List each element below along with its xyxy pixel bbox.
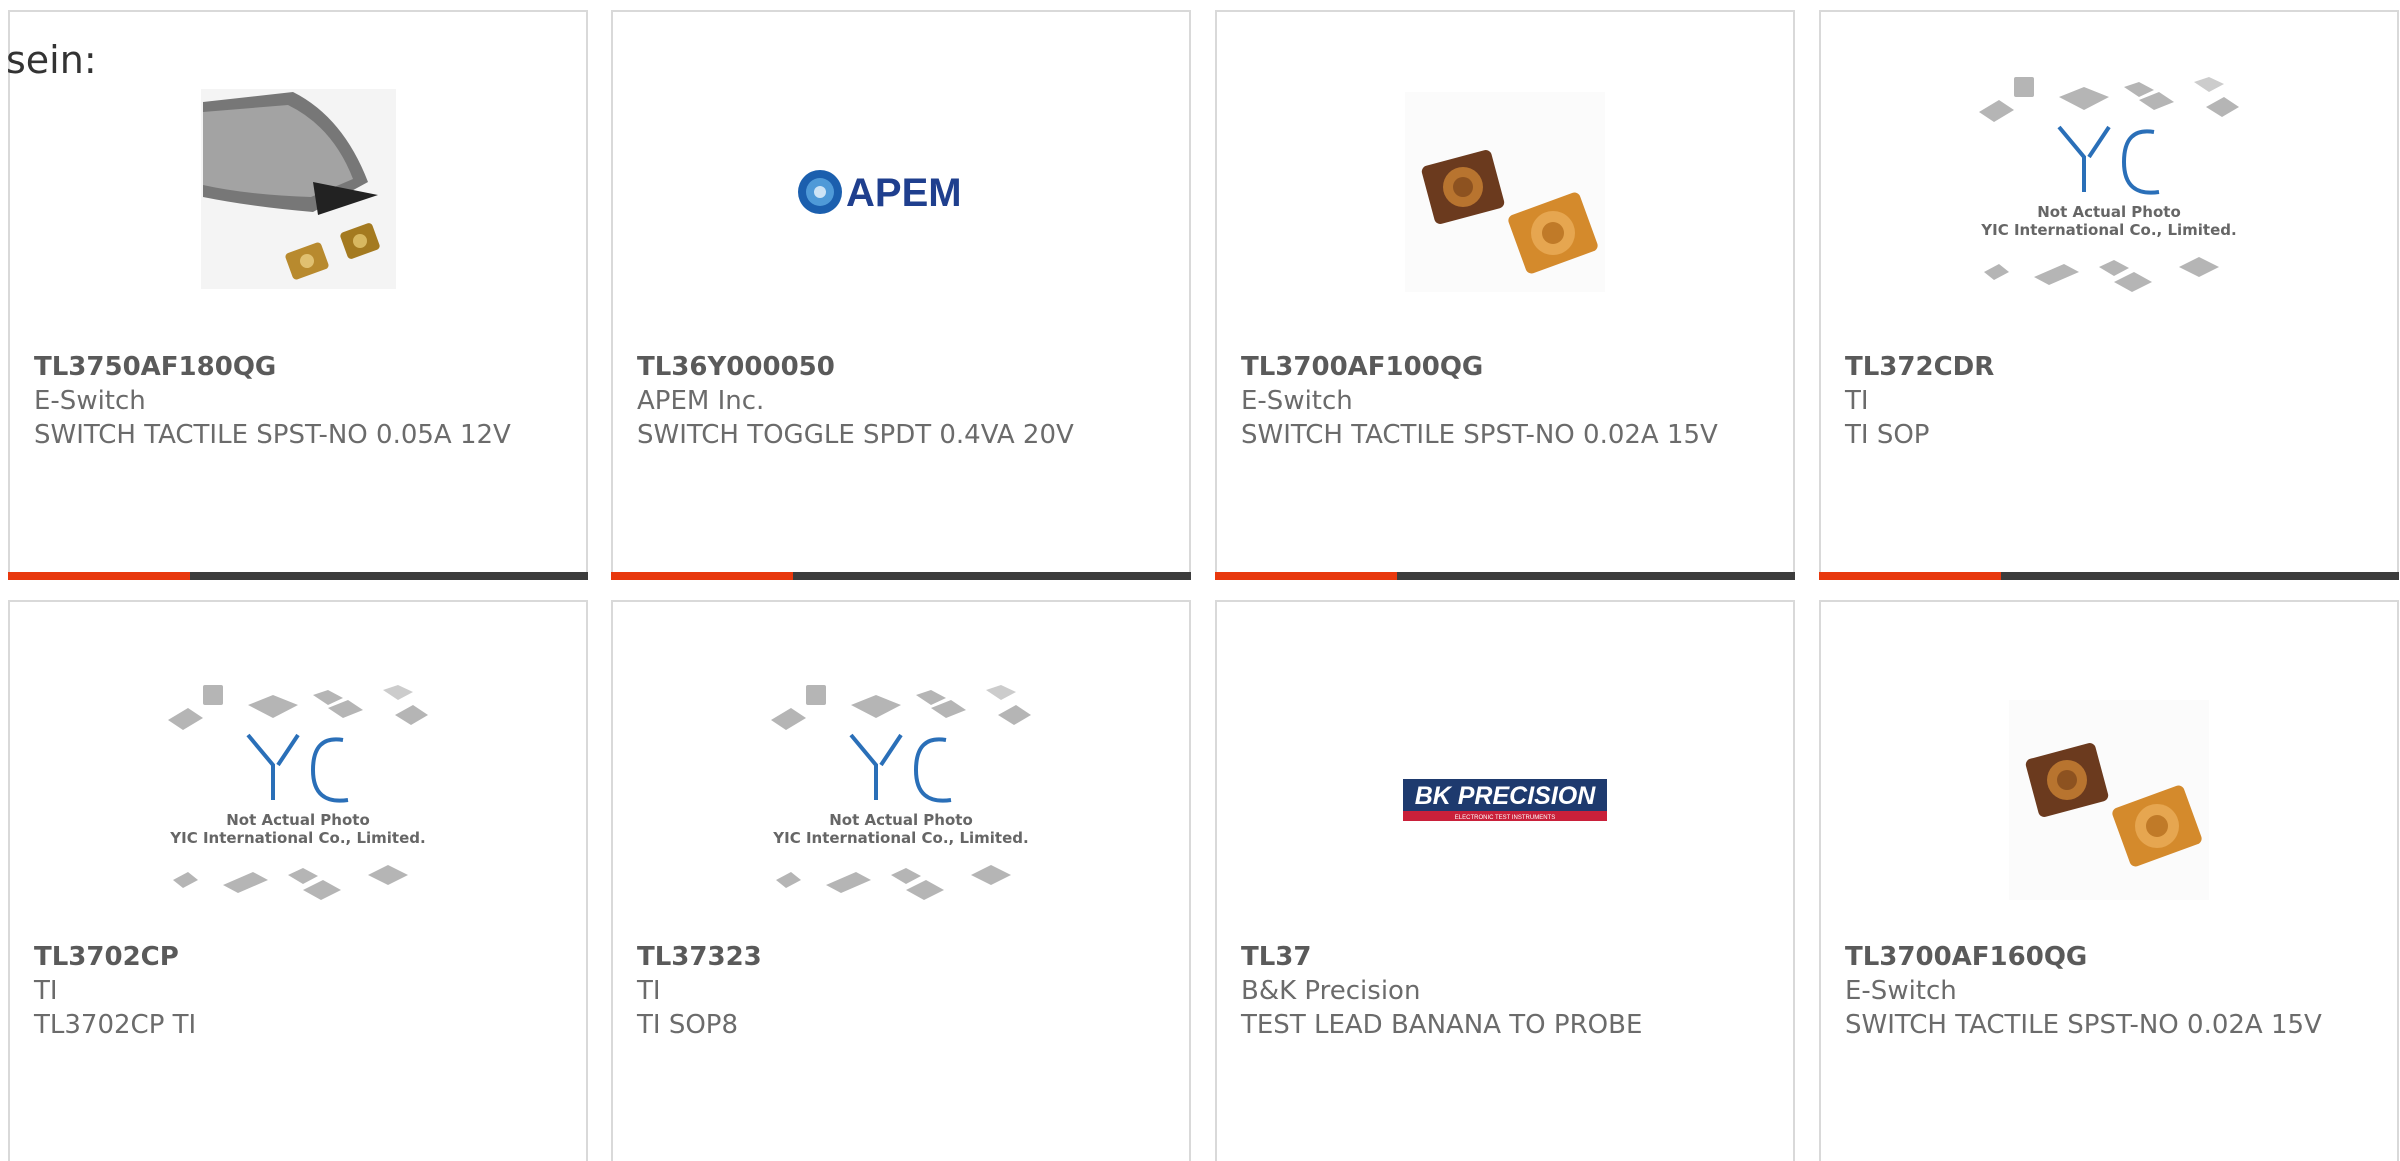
manufacturer: TI (637, 976, 661, 1006)
description: SWITCH TACTILE SPST-NO 0.05A 12V (34, 420, 511, 450)
svg-text:YIC International Co., Limited: YIC International Co., Limited. (772, 829, 1028, 847)
product-info: TL372CDR TI TI SOP (1845, 350, 2373, 452)
description: TL3702CP TI (34, 1010, 197, 1040)
product-card[interactable]: APEM TL36Y000050 APEM Inc. SWITCH TOGGLE… (611, 10, 1191, 580)
part-number[interactable]: TL3750AF180QG (34, 350, 562, 384)
product-image[interactable]: BK PRECISION ELECTRONIC TEST INSTRUMENTS (1217, 690, 1793, 910)
svg-text:BK PRECISION: BK PRECISION (1415, 782, 1597, 810)
manufacturer: E-Switch (34, 386, 146, 416)
product-grid: TL3750AF180QG E-Switch SWITCH TACTILE SP… (0, 0, 2400, 1161)
product-card[interactable]: TL3700AF160QG E-Switch SWITCH TACTILE SP… (1819, 600, 2399, 1161)
yic-placeholder-icon: Not Actual Photo YIC International Co., … (1979, 77, 2239, 292)
intro-text: sein: (6, 38, 97, 82)
product-info: TL37 B&K Precision TEST LEAD BANANA TO P… (1241, 940, 1769, 1042)
bk-precision-logo-icon: BK PRECISION ELECTRONIC TEST INSTRUMENTS (1403, 779, 1607, 821)
yic-placeholder-icon: Not Actual Photo YIC International Co., … (771, 685, 1031, 900)
product-image[interactable]: Not Actual Photo YIC International Co., … (613, 685, 1189, 910)
part-number[interactable]: TL372CDR (1845, 350, 2373, 384)
card-bottom-bar (611, 572, 1191, 580)
product-image[interactable]: APEM (613, 82, 1189, 302)
product-image[interactable]: Not Actual Photo YIC International Co., … (1821, 77, 2397, 302)
part-number[interactable]: TL36Y000050 (637, 350, 1165, 384)
manufacturer: TI (34, 976, 58, 1006)
part-number[interactable]: TL3702CP (34, 940, 562, 974)
product-image[interactable] (1217, 82, 1793, 302)
product-card[interactable]: TL3700AF100QG E-Switch SWITCH TACTILE SP… (1215, 10, 1795, 580)
tactile-switch-photo-icon (1405, 92, 1605, 292)
part-number[interactable]: TL37 (1241, 940, 1769, 974)
apem-logo-icon: APEM (798, 170, 962, 215)
yic-placeholder-icon: Not Actual Photo YIC International Co., … (168, 685, 428, 900)
product-image[interactable] (1821, 690, 2397, 910)
description: TI SOP8 (637, 1010, 739, 1040)
product-info: TL36Y000050 APEM Inc. SWITCH TOGGLE SPDT… (637, 350, 1165, 452)
manufacturer: E-Switch (1241, 386, 1353, 416)
svg-text:Not Actual Photo: Not Actual Photo (2037, 203, 2181, 221)
description: TI SOP (1845, 420, 1930, 450)
svg-text:ELECTRONIC TEST INSTRUMENTS: ELECTRONIC TEST INSTRUMENTS (1455, 815, 1555, 821)
manufacturer: TI (1845, 386, 1869, 416)
product-card[interactable]: Not Actual Photo YIC International Co., … (8, 600, 588, 1161)
card-bottom-bar (1215, 572, 1795, 580)
card-accent (8, 572, 190, 580)
part-number[interactable]: TL3700AF160QG (1845, 940, 2373, 974)
svg-text:YIC International Co., Limited: YIC International Co., Limited. (169, 829, 425, 847)
manufacturer: APEM Inc. (637, 386, 765, 416)
card-bottom-bar (1819, 572, 2399, 580)
manufacturer: B&K Precision (1241, 976, 1421, 1006)
card-bottom-bar (8, 572, 588, 580)
tactile-switch-photo-icon (201, 89, 396, 289)
tactile-switch-photo-icon (2009, 700, 2209, 900)
product-card[interactable]: Not Actual Photo YIC International Co., … (1819, 10, 2399, 580)
svg-text:Not Actual Photo: Not Actual Photo (226, 811, 370, 829)
svg-text:YIC International Co., Limited: YIC International Co., Limited. (1980, 221, 2236, 239)
part-number[interactable]: TL37323 (637, 940, 1165, 974)
svg-text:Not Actual Photo: Not Actual Photo (829, 811, 973, 829)
card-accent (1215, 572, 1397, 580)
part-number[interactable]: TL3700AF100QG (1241, 350, 1769, 384)
product-image[interactable]: Not Actual Photo YIC International Co., … (10, 685, 586, 910)
description: SWITCH TACTILE SPST-NO 0.02A 15V (1845, 1010, 2322, 1040)
description: SWITCH TOGGLE SPDT 0.4VA 20V (637, 420, 1074, 450)
product-info: TL3750AF180QG E-Switch SWITCH TACTILE SP… (34, 350, 562, 452)
product-info: TL3700AF100QG E-Switch SWITCH TACTILE SP… (1241, 350, 1769, 452)
product-card[interactable]: TL3750AF180QG E-Switch SWITCH TACTILE SP… (8, 10, 588, 580)
product-image[interactable] (10, 82, 586, 302)
manufacturer: E-Switch (1845, 976, 1957, 1006)
product-info: TL3702CP TI TL3702CP TI (34, 940, 562, 1042)
product-card[interactable]: Not Actual Photo YIC International Co., … (611, 600, 1191, 1161)
card-accent (611, 572, 793, 580)
product-info: TL37323 TI TI SOP8 (637, 940, 1165, 1042)
description: SWITCH TACTILE SPST-NO 0.02A 15V (1241, 420, 1718, 450)
product-info: TL3700AF160QG E-Switch SWITCH TACTILE SP… (1845, 940, 2373, 1042)
description: TEST LEAD BANANA TO PROBE (1241, 1010, 1643, 1040)
product-card[interactable]: BK PRECISION ELECTRONIC TEST INSTRUMENTS… (1215, 600, 1795, 1161)
svg-text:APEM: APEM (846, 171, 962, 215)
card-accent (1819, 572, 2001, 580)
